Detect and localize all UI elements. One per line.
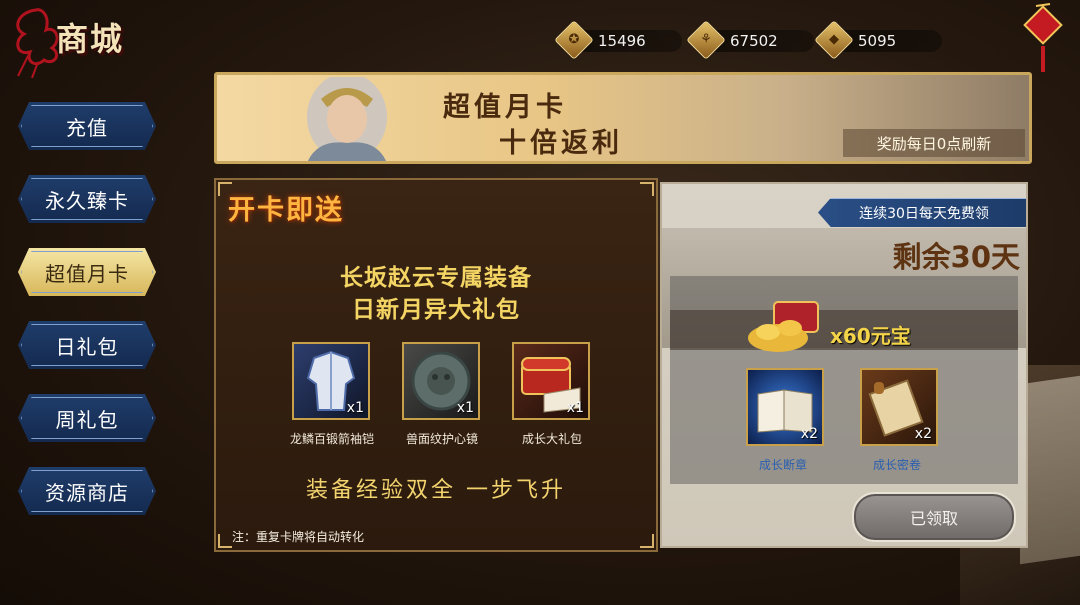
reward-item-growth-pack[interactable]: x1 xyxy=(512,342,590,420)
background-paper xyxy=(1020,375,1080,565)
sidebar-item-label: 充值 xyxy=(66,115,108,140)
sidebar-item-monthly-card[interactable]: 超值月卡 xyxy=(18,248,156,296)
refresh-note: 奖励每日0点刷新 xyxy=(843,129,1025,157)
item-name-growth-scroll: 成长密卷 xyxy=(872,458,921,472)
instant-gift-header: 开卡即送 xyxy=(228,195,344,226)
sidebar-item-permanent-card[interactable]: 永久臻卡 xyxy=(18,175,156,223)
reward-item-mirror[interactable]: x1 xyxy=(402,342,480,420)
reward-item-growth-chapter[interactable]: x2 xyxy=(746,368,824,446)
gift-subtitle-2: 日新月异大礼包 xyxy=(352,297,520,323)
ingot-value: 5095 xyxy=(858,32,897,50)
sidebar-item-label: 超值月卡 xyxy=(45,261,129,286)
sidebar-item-daily-pack[interactable]: 日礼包 xyxy=(18,321,156,369)
sidebar-item-label: 日礼包 xyxy=(55,334,119,359)
item-name-growth-chapter: 成长断章 xyxy=(758,458,807,472)
panel-corner xyxy=(640,182,654,196)
reward-item-armor[interactable]: x1 xyxy=(292,342,370,420)
banner-title-line1: 超值月卡 xyxy=(443,92,567,123)
panel-corner xyxy=(640,534,654,548)
sidebar-item-weekly-pack[interactable]: 周礼包 xyxy=(18,394,156,442)
gift-subtitle-1: 长坂赵云专属装备 xyxy=(340,265,532,291)
yuanbao-amount: x60元宝 xyxy=(830,324,911,348)
daily-free-ribbon: 连续30日每天免费领 xyxy=(818,198,1026,227)
sidebar-item-resource-shop[interactable]: 资源商店 xyxy=(18,467,156,515)
red-tassel-icon[interactable] xyxy=(1016,2,1072,74)
monthly-card-banner: 超值月卡 十倍返利 奖励每日0点刷新 xyxy=(214,72,1032,164)
zhao-yun-portrait xyxy=(307,77,387,161)
item-quantity: x1 xyxy=(346,400,364,416)
grain-icon: ⚘ xyxy=(686,20,726,60)
gift-slogan: 装备经验双全 一步飞升 xyxy=(306,478,566,503)
page-title: 商城 xyxy=(56,20,125,58)
currency-coin: ✪ 15496 xyxy=(554,20,682,60)
currency-grain: ⚘ 67502 xyxy=(686,20,814,60)
duplicate-card-note: 注：重复卡牌将自动转化 xyxy=(232,530,365,544)
item-quantity: x2 xyxy=(800,426,818,442)
reward-item-growth-scroll[interactable]: x2 xyxy=(860,368,938,446)
instant-gift-panel: 开卡即送 长坂赵云专属装备 日新月异大礼包 x1 x1 x1 龙鳞百锻箭袖铠 兽… xyxy=(214,178,658,552)
item-name-growth-pack: 成长大礼包 xyxy=(521,432,582,446)
daily-reward-panel: 连续30日每天免费领 剩余30天 x60元宝 x2 x2 成长断章 成长密卷 已… xyxy=(660,182,1028,548)
sidebar-item-label: 资源商店 xyxy=(45,480,129,505)
currency-ingot: ◆ 5095 xyxy=(814,20,942,60)
grain-value: 67502 xyxy=(730,32,778,50)
ingot-icon: ◆ xyxy=(814,20,854,60)
coin-value: 15496 xyxy=(598,32,646,50)
panel-corner xyxy=(218,534,232,548)
item-quantity: x2 xyxy=(914,426,932,442)
banner-title-line2: 十倍返利 xyxy=(499,128,623,159)
item-quantity: x1 xyxy=(456,400,474,416)
daily-reward-box: x60元宝 x2 x2 成长断章 成长密卷 xyxy=(670,276,1018,484)
coin-icon: ✪ xyxy=(554,20,594,60)
sidebar-item-label: 周礼包 xyxy=(55,407,119,432)
sidebar-item-label: 永久臻卡 xyxy=(45,188,129,213)
sidebar-item-recharge[interactable]: 充值 xyxy=(18,102,156,150)
item-quantity: x1 xyxy=(566,400,584,416)
gold-chest-icon xyxy=(748,301,819,352)
claimed-button[interactable]: 已领取 xyxy=(852,492,1016,542)
remaining-days: 剩余30天 xyxy=(892,240,1020,274)
